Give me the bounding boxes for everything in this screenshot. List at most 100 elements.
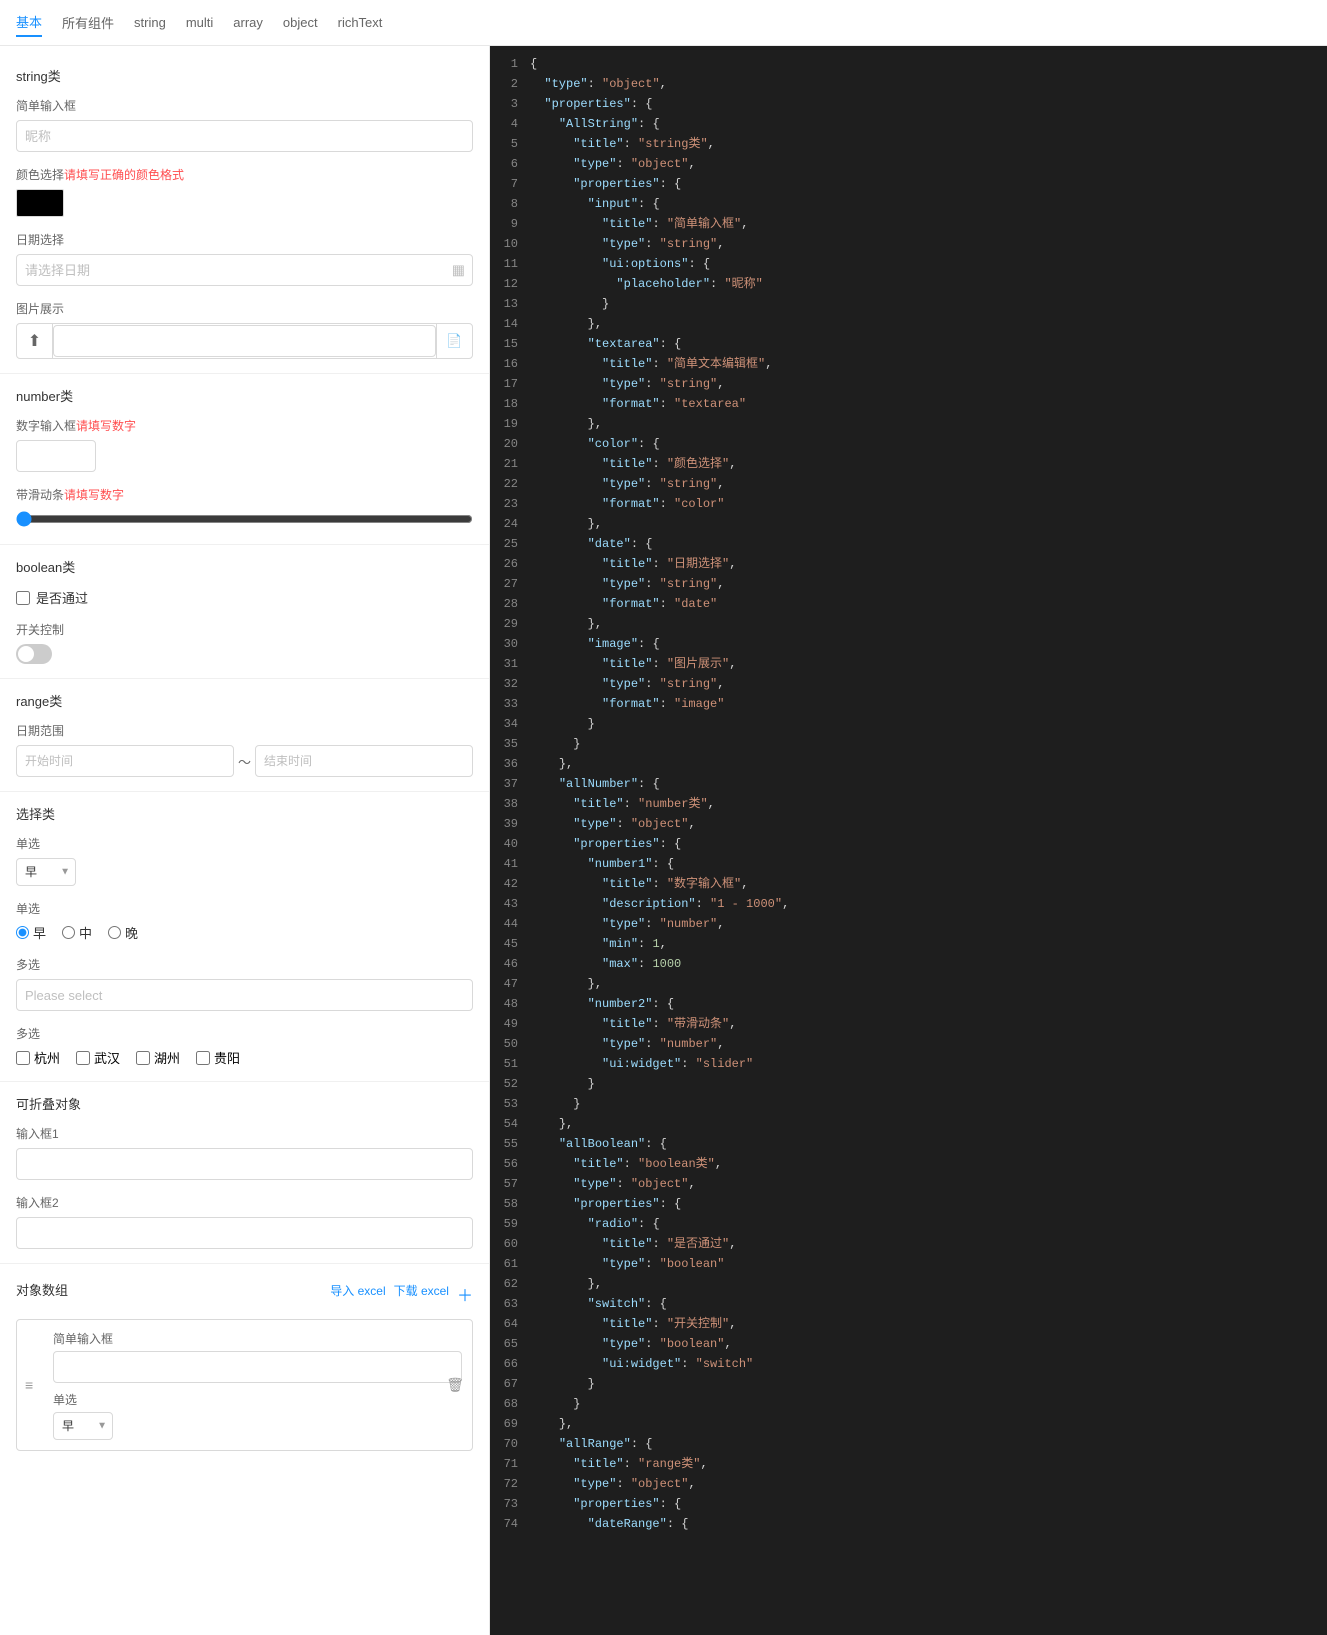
- line-content: "number1": {: [530, 854, 1327, 874]
- upload-file-icon: 📄: [436, 324, 472, 358]
- checkbox-hangzhou-label: 杭州: [34, 1048, 60, 1067]
- line-number: 1: [490, 54, 530, 74]
- checkbox-huzhou-input[interactable]: [136, 1051, 150, 1065]
- line-content: }: [530, 1074, 1327, 1094]
- code-line: 54 },: [490, 1114, 1327, 1134]
- select1-dropdown[interactable]: 早 中 晚: [16, 858, 76, 886]
- code-line: 3 "properties": {: [490, 94, 1327, 114]
- line-number: 8: [490, 194, 530, 214]
- number1-input[interactable]: [16, 440, 96, 472]
- code-line: 5 "title": "string类",: [490, 134, 1327, 154]
- line-number: 41: [490, 854, 530, 874]
- date-range-end[interactable]: [255, 745, 473, 777]
- nav-item-all[interactable]: 所有组件: [62, 9, 114, 36]
- simple-input[interactable]: [16, 120, 473, 152]
- image-url-input[interactable]: [53, 325, 436, 357]
- nav-item-object[interactable]: object: [283, 11, 318, 34]
- array-row-input[interactable]: [53, 1351, 462, 1383]
- divider-3: [0, 678, 489, 679]
- code-line: 10 "type": "string",: [490, 234, 1327, 254]
- download-excel-link[interactable]: 下载 excel: [394, 1282, 449, 1306]
- add-array-row-button[interactable]: ＋: [457, 1282, 473, 1306]
- date-input-wrapper: ▦: [16, 254, 473, 286]
- line-number: 13: [490, 294, 530, 314]
- checkbox-wuhan[interactable]: 武汉: [76, 1048, 120, 1067]
- code-line: 1{: [490, 54, 1327, 74]
- line-number: 59: [490, 1214, 530, 1234]
- daterange-form-item: 日期范围 ～: [16, 722, 473, 777]
- nav-item-array[interactable]: array: [233, 11, 263, 34]
- radio-evening[interactable]: [108, 926, 121, 939]
- checkbox-guiyang-input[interactable]: [196, 1051, 210, 1065]
- date-range-start[interactable]: [16, 745, 234, 777]
- array-row-input-label: 简单输入框: [53, 1330, 462, 1347]
- line-number: 67: [490, 1374, 530, 1394]
- line-content: "type": "object",: [530, 1174, 1327, 1194]
- code-line: 8 "input": {: [490, 194, 1327, 214]
- number1-label-prefix: 数字输入框: [16, 419, 76, 433]
- delete-row-button[interactable]: 🗑: [446, 1377, 464, 1394]
- line-number: 61: [490, 1254, 530, 1274]
- radio-option-evening[interactable]: 晚: [108, 923, 138, 942]
- line-content: "title": "颜色选择",: [530, 454, 1327, 474]
- radio-morning[interactable]: [16, 926, 29, 939]
- number1-form-item: 数字输入框请填写数字: [16, 417, 473, 472]
- image-label: 图片展示: [16, 300, 473, 317]
- code-line: 68 }: [490, 1394, 1327, 1414]
- nav-item-multi[interactable]: multi: [186, 11, 213, 34]
- line-number: 58: [490, 1194, 530, 1214]
- line-content: "title": "简单输入框",: [530, 214, 1327, 234]
- checkbox-label-wrapper[interactable]: 是否通过: [16, 588, 473, 607]
- line-content: "format": "textarea": [530, 394, 1327, 414]
- radio-morning-label: 早: [33, 923, 46, 942]
- line-content: "type": "object",: [530, 1474, 1327, 1494]
- code-line: 39 "type": "object",: [490, 814, 1327, 834]
- checkbox-hangzhou-input[interactable]: [16, 1051, 30, 1065]
- code-line: 24 },: [490, 514, 1327, 534]
- checkbox-guiyang[interactable]: 贵阳: [196, 1048, 240, 1067]
- checkbox-hangzhou[interactable]: 杭州: [16, 1048, 60, 1067]
- divider-2: [0, 544, 489, 545]
- drag-handle-icon[interactable]: ≡: [25, 1377, 33, 1393]
- import-excel-link[interactable]: 导入 excel: [330, 1282, 385, 1306]
- radio-option-noon[interactable]: 中: [62, 923, 92, 942]
- color-picker[interactable]: [16, 189, 64, 217]
- line-number: 14: [490, 314, 530, 334]
- radio-option-morning[interactable]: 早: [16, 923, 46, 942]
- multi-select-input[interactable]: [16, 979, 473, 1011]
- array-row-select[interactable]: 早 中 晚: [53, 1412, 113, 1440]
- line-content: "type": "number",: [530, 914, 1327, 934]
- nav-item-string[interactable]: string: [134, 11, 166, 34]
- number2-slider[interactable]: [16, 511, 473, 527]
- checkbox-huzhou[interactable]: 湖州: [136, 1048, 180, 1067]
- col-input1[interactable]: [16, 1148, 473, 1180]
- line-number: 49: [490, 1014, 530, 1034]
- code-editor: 1{2 "type": "object",3 "properties": {4 …: [490, 46, 1327, 1635]
- date-input[interactable]: [16, 254, 473, 286]
- boolean-checkbox[interactable]: [16, 591, 30, 605]
- line-content: "type": "string",: [530, 474, 1327, 494]
- code-line: 13 }: [490, 294, 1327, 314]
- top-nav: 基本 所有组件 string multi array object richTe…: [0, 0, 1327, 46]
- toggle-switch[interactable]: [16, 644, 52, 664]
- upload-button[interactable]: ⬆: [17, 324, 53, 358]
- code-line: 19 },: [490, 414, 1327, 434]
- code-line: 51 "ui:widget": "slider": [490, 1054, 1327, 1074]
- nav-item-basic[interactable]: 基本: [16, 8, 42, 37]
- line-content: "image": {: [530, 634, 1327, 654]
- code-line: 56 "title": "boolean类",: [490, 1154, 1327, 1174]
- line-content: "properties": {: [530, 1194, 1327, 1214]
- code-line: 55 "allBoolean": {: [490, 1134, 1327, 1154]
- nav-item-richtext[interactable]: richText: [338, 11, 383, 34]
- radio-noon-label: 中: [79, 923, 92, 942]
- col-input2[interactable]: [16, 1217, 473, 1249]
- number2-label-prefix: 带滑动条: [16, 488, 64, 502]
- select-section-title: 选择类: [16, 804, 473, 823]
- checkbox-wuhan-input[interactable]: [76, 1051, 90, 1065]
- radio-noon[interactable]: [62, 926, 75, 939]
- line-number: 6: [490, 154, 530, 174]
- code-line: 33 "format": "image": [490, 694, 1327, 714]
- line-number: 56: [490, 1154, 530, 1174]
- array-section-header: 对象数组 导入 excel 下载 excel ＋: [16, 1276, 473, 1311]
- line-number: 38: [490, 794, 530, 814]
